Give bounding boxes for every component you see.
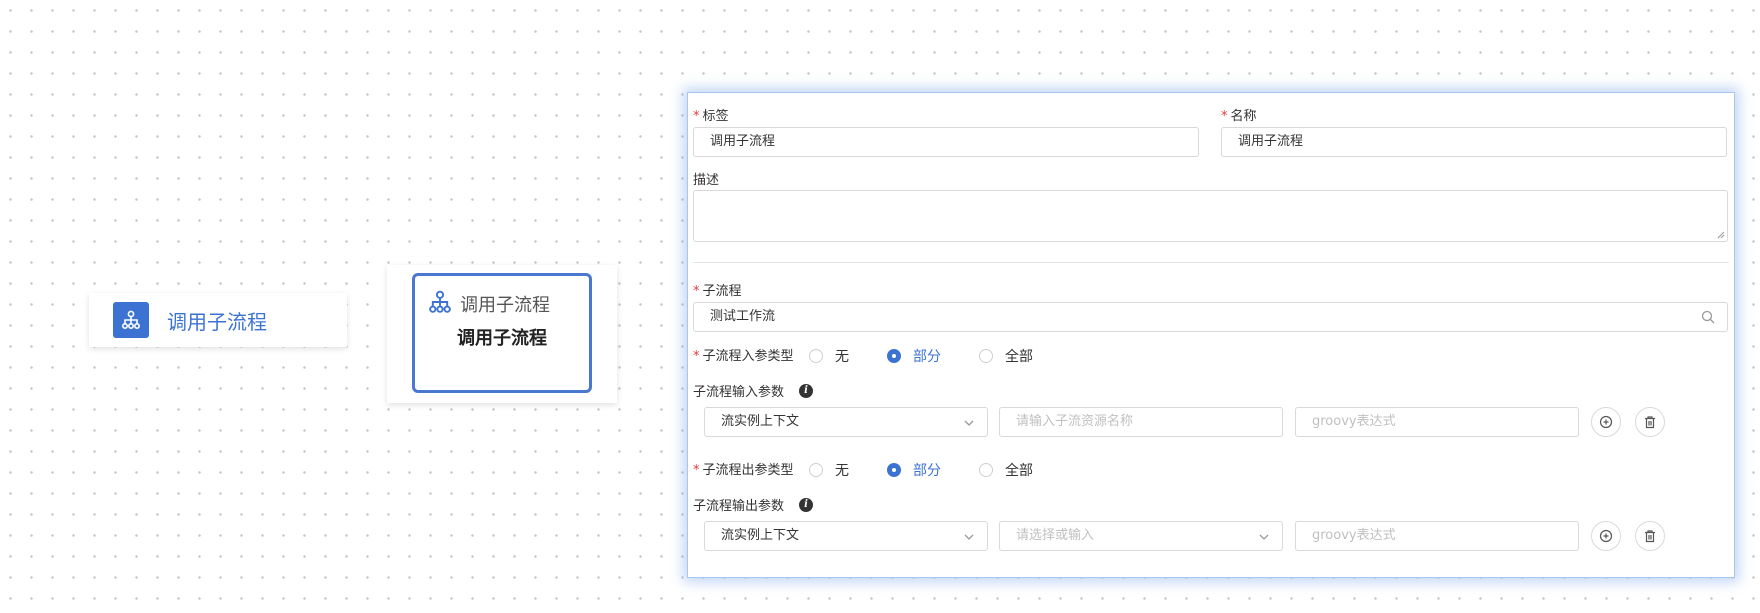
radio-label: 无 bbox=[835, 463, 849, 479]
chevron-down-icon bbox=[1259, 534, 1269, 540]
radio-circle-icon bbox=[887, 349, 901, 363]
radio-circle-icon bbox=[979, 463, 993, 477]
add-out-param-button[interactable] bbox=[1591, 521, 1621, 551]
radio-label: 无 bbox=[835, 349, 849, 365]
subflow-label: * 子流程 bbox=[693, 284, 742, 299]
info-icon[interactable]: i bbox=[799, 384, 813, 398]
divider bbox=[693, 262, 1729, 263]
resize-handle-icon[interactable] bbox=[1717, 231, 1725, 239]
in-type-label: * 子流程入参类型 bbox=[693, 349, 794, 364]
add-circle-icon bbox=[1599, 529, 1613, 543]
desc-label: 描述 bbox=[693, 173, 720, 188]
in-source-value: 流实例上下文 bbox=[721, 414, 800, 429]
node-pill-label: 调用子流程 bbox=[167, 309, 267, 334]
in-type-radio-all[interactable]: 全部 bbox=[979, 346, 1033, 366]
radio-label: 全部 bbox=[1005, 463, 1033, 479]
chevron-down-icon bbox=[964, 420, 974, 426]
out-name-placeholder: 请选择或输入 bbox=[1016, 528, 1095, 543]
radio-label: 全部 bbox=[1005, 349, 1033, 365]
in-params-label: 子流程输入参数 bbox=[693, 385, 785, 400]
out-name-select[interactable]: 请选择或输入 bbox=[999, 521, 1283, 551]
name-label: * 名称 bbox=[1221, 109, 1257, 124]
out-type-label: * 子流程出参类型 bbox=[693, 463, 794, 478]
chevron-down-icon bbox=[964, 534, 974, 540]
radio-circle-icon bbox=[809, 463, 823, 477]
name-input[interactable]: 调用子流程 bbox=[1221, 127, 1727, 157]
delete-out-param-button[interactable] bbox=[1635, 521, 1665, 551]
in-type-radio-none[interactable]: 无 bbox=[809, 346, 849, 366]
subprocess-node-pill[interactable]: 调用子流程 bbox=[89, 293, 347, 347]
radio-circle-icon bbox=[809, 349, 823, 363]
subflow-value: 测试工作流 bbox=[710, 309, 776, 324]
subflow-search-input[interactable]: 测试工作流 bbox=[693, 302, 1728, 332]
radio-circle-icon bbox=[979, 349, 993, 363]
radio-label: 部分 bbox=[913, 463, 941, 479]
node-card-selection-border: 调用子流程 调用子流程 bbox=[412, 273, 592, 393]
in-expr-input[interactable]: groovy表达式 bbox=[1295, 407, 1579, 437]
tag-input[interactable]: 调用子流程 bbox=[693, 127, 1199, 157]
org-chart-icon bbox=[113, 302, 149, 338]
in-type-radio-partial[interactable]: 部分 bbox=[887, 346, 941, 366]
radio-label: 部分 bbox=[913, 349, 941, 365]
out-type-radio-all[interactable]: 全部 bbox=[979, 460, 1033, 480]
add-in-param-button[interactable] bbox=[1591, 407, 1621, 437]
properties-panel: * 标签 调用子流程 * 名称 调用子流程 描述 * 子流程 测试工作流 * 子流程入参… bbox=[687, 92, 1735, 578]
trash-icon bbox=[1645, 416, 1655, 429]
out-source-value: 流实例上下文 bbox=[721, 528, 800, 543]
trash-icon bbox=[1645, 530, 1655, 543]
org-chart-icon bbox=[428, 290, 452, 318]
out-params-label: 子流程输出参数 bbox=[693, 499, 785, 514]
out-type-radio-partial[interactable]: 部分 bbox=[887, 460, 941, 480]
out-type-radio-none[interactable]: 无 bbox=[809, 460, 849, 480]
info-icon[interactable]: i bbox=[799, 498, 813, 512]
tag-label: * 标签 bbox=[693, 109, 729, 124]
subprocess-node-card[interactable]: 调用子流程 调用子流程 bbox=[387, 265, 617, 403]
in-name-input[interactable]: 请输入子流资源名称 bbox=[999, 407, 1283, 437]
out-source-select[interactable]: 流实例上下文 bbox=[704, 521, 988, 551]
desc-textarea[interactable] bbox=[693, 190, 1728, 242]
out-expr-input[interactable]: groovy表达式 bbox=[1295, 521, 1579, 551]
out-type-radio-group: 无 部分 全部 bbox=[809, 460, 1071, 480]
node-card-name: 调用子流程 bbox=[457, 328, 547, 349]
radio-circle-icon bbox=[887, 463, 901, 477]
delete-in-param-button[interactable] bbox=[1635, 407, 1665, 437]
in-source-select[interactable]: 流实例上下文 bbox=[704, 407, 988, 437]
search-icon[interactable] bbox=[1701, 310, 1715, 324]
node-card-title: 调用子流程 bbox=[460, 295, 550, 316]
in-type-radio-group: 无 部分 全部 bbox=[809, 346, 1071, 366]
add-circle-icon bbox=[1599, 415, 1613, 429]
